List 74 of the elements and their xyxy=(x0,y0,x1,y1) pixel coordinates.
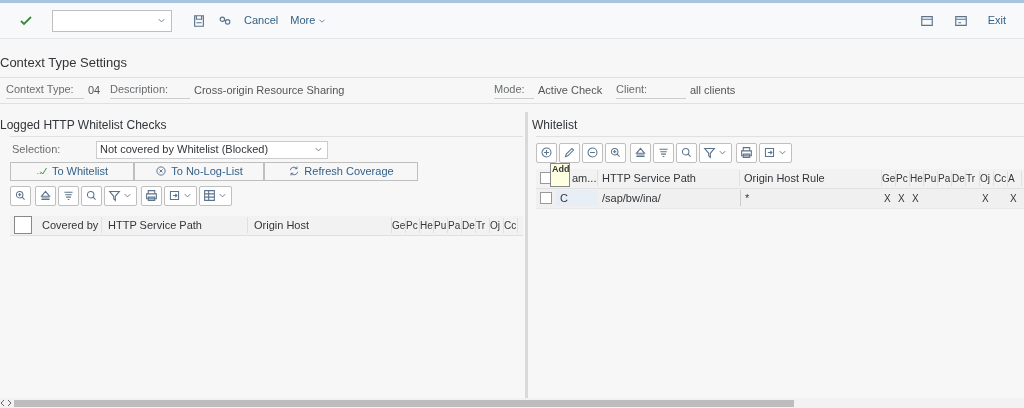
refresh-coverage-button[interactable]: Refresh Coverage xyxy=(264,161,418,181)
column-header: Tr xyxy=(966,170,980,186)
cancel-circle-icon[interactable] xyxy=(155,165,168,177)
export-button[interactable] xyxy=(164,185,197,206)
column-header: Oj xyxy=(490,217,504,233)
table-cell-text: X xyxy=(1009,191,1018,206)
layout-icon[interactable] xyxy=(203,189,216,202)
column-header: Tr xyxy=(476,217,490,233)
column-header: Ge xyxy=(882,170,896,186)
column-header: Ge xyxy=(392,217,406,233)
table-cell-text: X xyxy=(911,191,920,206)
export-icon[interactable] xyxy=(168,189,181,202)
more-menu-button[interactable]: More xyxy=(290,12,328,29)
to-whitelist-button[interactable]: To Whitelist xyxy=(10,161,134,181)
field-value: all clients xyxy=(690,82,737,98)
panel-title: Whitelist xyxy=(532,116,579,134)
field-value: Active Check xyxy=(538,82,604,98)
column-header: Cc xyxy=(504,217,518,233)
column-header: De xyxy=(952,170,966,186)
column-header: Origin Host Rule xyxy=(740,169,882,187)
table-cell-text: X xyxy=(981,191,990,206)
table-cell: * xyxy=(740,189,882,207)
column-header: Pu xyxy=(434,217,448,233)
table-cell-text: X xyxy=(883,191,892,206)
to-no-log-list-button[interactable]: To No-Log-List xyxy=(134,161,264,181)
panel-title: Logged HTTP Whitelist Checks xyxy=(0,116,168,134)
column-header: He xyxy=(910,170,924,186)
filter-icon[interactable] xyxy=(108,189,121,202)
command-field[interactable] xyxy=(52,9,172,32)
field-label: Mode: xyxy=(494,81,534,99)
column-header: Oj xyxy=(980,170,994,186)
select-all-checkbox[interactable] xyxy=(14,216,32,234)
refresh-icon[interactable] xyxy=(288,165,301,177)
table-cell-text: X xyxy=(897,191,906,206)
field-value: Cross-origin Resource Sharing xyxy=(194,82,346,98)
column-header: Origin Host xyxy=(248,216,392,234)
export-icon[interactable] xyxy=(763,146,776,159)
exit-button[interactable]: Exit xyxy=(987,12,1006,29)
layout-button[interactable] xyxy=(199,185,232,206)
column-header: Pa xyxy=(938,170,952,186)
table-cell: C xyxy=(556,189,598,207)
field-value: 04 xyxy=(88,82,102,98)
column-header: Pc xyxy=(406,217,420,233)
field-label: Selection: xyxy=(11,142,62,158)
selection-dropdown[interactable]: Not covered by Whitelist (Blocked) xyxy=(96,140,328,159)
filter-icon[interactable] xyxy=(703,146,716,159)
field-label: Client: xyxy=(616,81,686,99)
column-header: A xyxy=(1008,170,1022,186)
tooltip: Add xyxy=(550,162,570,187)
column-header: Pa xyxy=(448,217,462,233)
window-icon[interactable] xyxy=(953,13,968,28)
row-checkbox[interactable] xyxy=(540,192,552,204)
table-cell-text: /sap/bw/ina/ xyxy=(601,190,662,206)
column-header: Cc xyxy=(994,170,1008,186)
filter-button[interactable] xyxy=(699,142,732,163)
column-header: Covered by xyxy=(36,216,102,234)
scrollbar-thumb[interactable] xyxy=(14,399,794,407)
column-header: De xyxy=(462,217,476,233)
filter-button[interactable] xyxy=(104,185,137,206)
field-label: Context Type: xyxy=(6,81,84,99)
column-header: Pc xyxy=(896,170,910,186)
new-window-icon[interactable] xyxy=(919,13,934,28)
section-title: Context Type Settings xyxy=(0,39,1024,78)
column-header: Pu xyxy=(924,170,938,186)
checkmark-icon[interactable] xyxy=(35,165,48,177)
column-header: He xyxy=(420,217,434,233)
glasses-icon[interactable] xyxy=(218,13,232,28)
scroll-arrows-icon[interactable] xyxy=(0,399,12,407)
save-icon[interactable] xyxy=(192,13,206,28)
column-header: HTTP Service Path xyxy=(102,216,248,234)
field-label: Description: xyxy=(110,81,190,99)
column-header: HTTP Service Path xyxy=(598,169,740,187)
cancel-button[interactable]: Cancel xyxy=(244,12,279,29)
export-button[interactable] xyxy=(759,142,792,163)
